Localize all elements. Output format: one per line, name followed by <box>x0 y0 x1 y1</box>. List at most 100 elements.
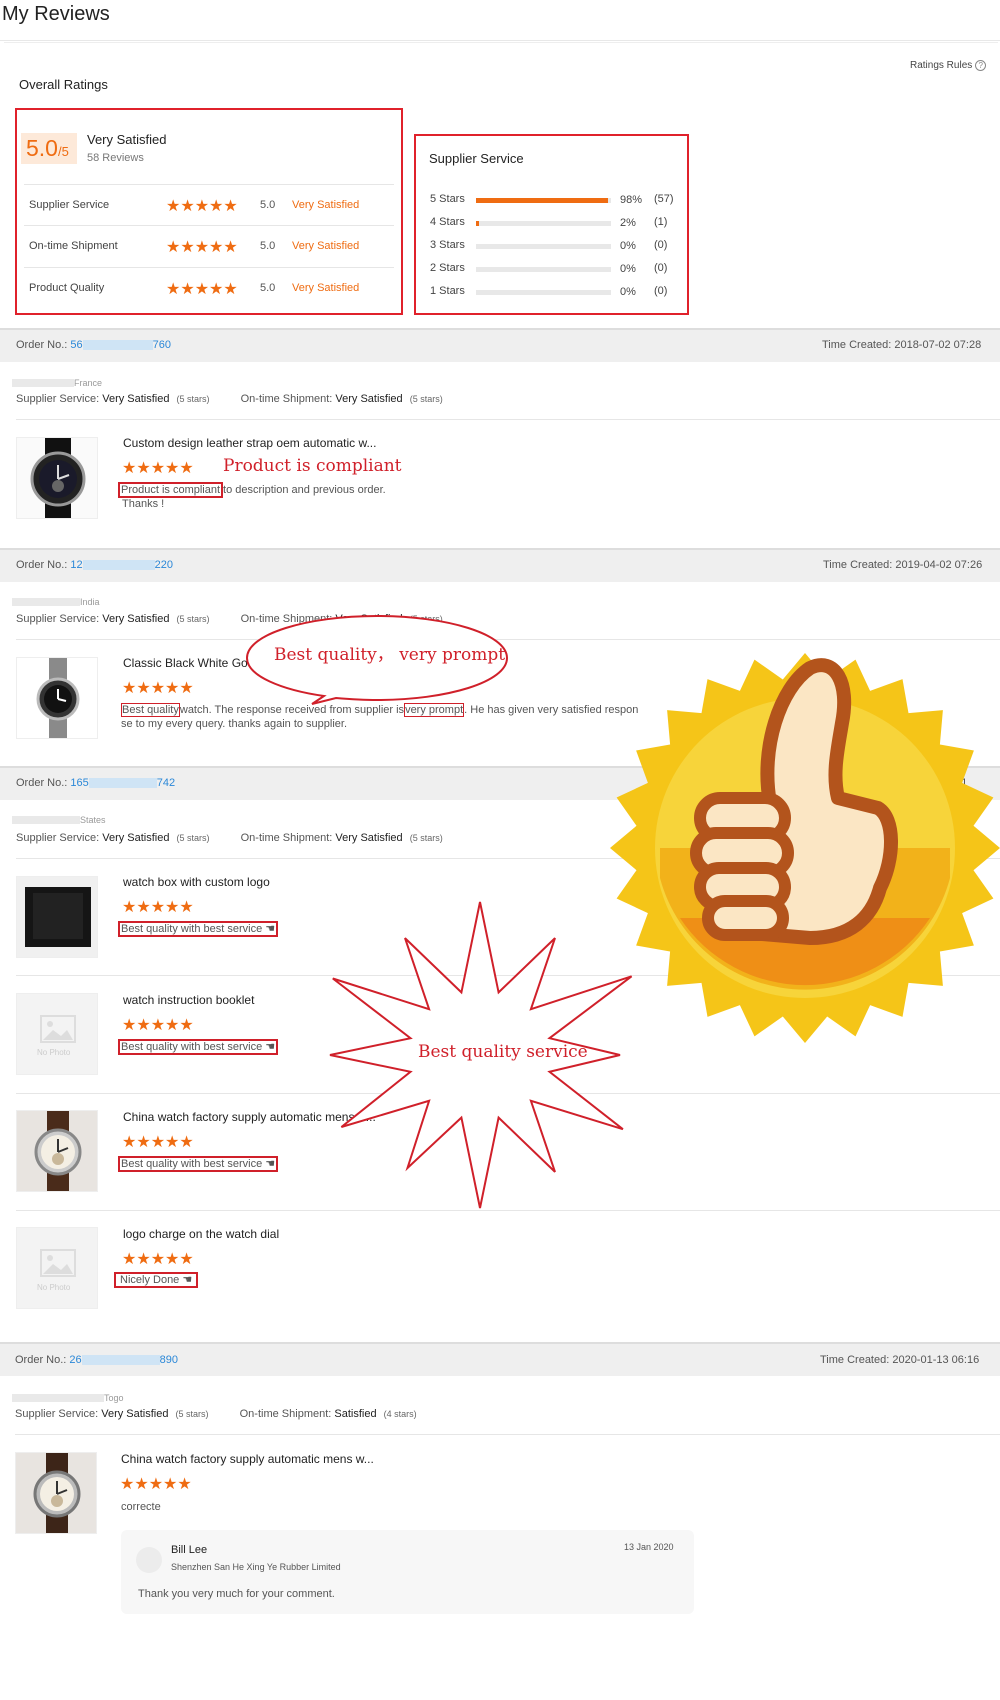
country-label: States <box>80 815 106 825</box>
product-image-placeholder <box>16 1227 98 1309</box>
review-highlight: Best quality with best service ☚ <box>118 1156 279 1172</box>
order-number[interactable]: Order No.: 12 220 <box>16 559 173 571</box>
bar-track <box>476 290 611 295</box>
product-image[interactable] <box>16 657 98 739</box>
category-level: Very Satisfied <box>292 240 360 252</box>
order-number[interactable]: Order No.: 56 760 <box>16 339 171 351</box>
order-prefix: 12 <box>70 559 83 571</box>
bar-fill <box>476 221 479 226</box>
order-prefix: 165 <box>70 777 89 789</box>
order-prefix: 56 <box>70 339 83 351</box>
review-highlight: Nicely Done ☚ <box>114 1272 199 1288</box>
watch-image <box>16 1453 96 1533</box>
bar-percent: 0% <box>620 240 636 252</box>
reply-company: Shenzhen San He Xing Ye Rubber Limited <box>171 1562 341 1572</box>
no-photo-label: No Photo <box>37 1048 71 1057</box>
category-stars: ★★★★★ <box>166 198 238 215</box>
product-title[interactable]: watch box with custom logo <box>123 875 270 889</box>
product-title[interactable]: logo charge on the watch dial <box>123 1227 279 1241</box>
reviews-count: 58 Reviews <box>87 152 144 164</box>
product-title[interactable]: China watch factory supply automatic men… <box>121 1452 374 1466</box>
order-number[interactable]: Order No.: 26 890 <box>15 1354 178 1366</box>
product-title[interactable]: Classic Black White Go <box>123 656 248 670</box>
time-created: Time Created: 2018-07-02 07:28 <box>822 339 982 351</box>
category-stars: ★★★★★ <box>166 239 238 256</box>
bar-count: (57) <box>654 193 674 205</box>
order-prefix: 26 <box>69 1354 82 1366</box>
bar-count: (0) <box>654 262 668 274</box>
product-title[interactable]: Custom design leather strap oem automati… <box>123 436 376 450</box>
product-image[interactable] <box>15 1452 97 1534</box>
supplier-label: Supplier Service: <box>16 393 100 405</box>
bar-count: (0) <box>654 285 668 297</box>
blurred-name <box>12 378 74 387</box>
product-image[interactable] <box>16 1110 98 1192</box>
supplier-value: Very Satisfied <box>102 832 170 844</box>
ratings-rules-link[interactable]: Ratings Rules? <box>910 60 987 71</box>
country-label: France <box>74 378 103 388</box>
category-label: On-time Shipment <box>29 240 118 252</box>
supplier-value: Very Satisfied <box>102 613 170 625</box>
review-line2: Thanks ! <box>122 498 165 510</box>
review-stars: ★★★★★ <box>122 460 194 477</box>
supplier-service-title: Supplier Service <box>429 151 524 166</box>
thumbs-up-badge <box>610 653 1000 1043</box>
order-suffix: 220 <box>154 559 174 571</box>
review-value: Best quality with best service <box>121 923 263 935</box>
blurred-name <box>12 1393 104 1402</box>
bar-label: 4 Stars <box>430 216 465 228</box>
watch-image <box>17 1111 97 1191</box>
review-stars: ★★★★★ <box>122 1134 194 1151</box>
review-stars: ★★★★★ <box>122 1251 194 1268</box>
review-text: correcte <box>121 1501 161 1513</box>
shipment-stars: (5 stars) <box>409 394 443 404</box>
category-label: Supplier Service <box>29 199 110 211</box>
bar-percent: 98% <box>620 194 643 206</box>
no-photo-label: No Photo <box>37 1283 71 1292</box>
order-ratings: Supplier Service: Very Satisfied (5 star… <box>16 393 443 405</box>
product-title[interactable]: watch instruction booklet <box>123 993 254 1007</box>
supplier-stars: (5 stars) <box>176 394 210 404</box>
order-suffix: 890 <box>159 1354 179 1366</box>
category-level: Very Satisfied <box>292 199 360 211</box>
overall-score: 5.0/5 <box>21 133 77 164</box>
order-ratings: Supplier Service: Very Satisfied (5 star… <box>15 1408 417 1420</box>
reply-text: Thank you very much for your comment. <box>138 1588 335 1600</box>
blurred-name <box>12 597 80 606</box>
supplier-value: Very Satisfied <box>102 393 170 405</box>
review-stars: ★★★★★ <box>122 680 194 697</box>
review-line2: se to my every query. thanks again to su… <box>121 718 348 730</box>
score-max: /5 <box>57 144 69 159</box>
review-text: Nicely Done ☚ <box>114 1272 199 1288</box>
annotation-prompt: Best quality， very prompt <box>274 645 506 665</box>
order-number[interactable]: Order No.: 165 742 <box>16 777 175 789</box>
review-highlight: Best quality <box>121 703 180 717</box>
review-stars: ★★★★★ <box>120 1476 192 1493</box>
shipment-label: On-time Shipment: <box>239 1408 332 1420</box>
divider <box>16 419 1000 420</box>
buyer-country: France <box>12 375 102 389</box>
buyer-country: India <box>12 594 100 608</box>
blurred-id <box>82 340 153 351</box>
shipment-stars: (5 stars) <box>409 833 443 843</box>
category-score: 5.0 <box>260 282 276 294</box>
category-score: 5.0 <box>260 240 276 252</box>
help-icon: ? <box>975 60 987 71</box>
product-image[interactable] <box>16 437 98 519</box>
supplier-stars: (5 stars) <box>176 614 210 624</box>
order-label: Order No.: <box>16 339 68 351</box>
bar-label: 3 Stars <box>430 239 465 251</box>
avatar <box>136 1547 162 1573</box>
product-image[interactable] <box>16 876 98 958</box>
reply-author: Bill Lee <box>171 1544 208 1556</box>
buyer-country: Togo <box>12 1390 124 1404</box>
blurred-id <box>82 560 155 571</box>
score-value: 5.0 <box>26 135 58 161</box>
bar-track <box>476 221 611 226</box>
category-stars: ★★★★★ <box>166 281 238 298</box>
bar-percent: 0% <box>620 263 636 275</box>
supplier-label: Supplier Service: <box>16 832 100 844</box>
order-ratings: Supplier Service: Very Satisfied (5 star… <box>16 832 443 844</box>
hand-icon: ☚ <box>265 923 276 935</box>
divider <box>24 225 394 226</box>
